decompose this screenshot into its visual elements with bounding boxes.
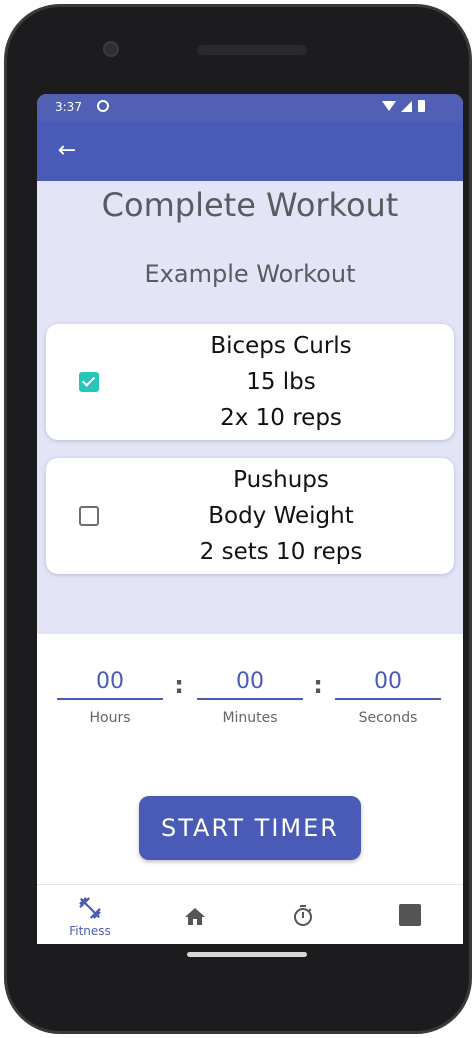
exercise-card[interactable]: Pushups Body Weight 2 sets 10 reps: [46, 458, 454, 574]
status-bar: 3:37: [37, 94, 463, 121]
nav-label-fitness: Fitness: [69, 924, 111, 938]
battery-icon: [418, 100, 425, 112]
time-separator: :: [313, 671, 323, 699]
exercise-name: Biceps Curls: [210, 333, 352, 359]
hours-label: Hours: [89, 710, 131, 726]
nav-item-fitness[interactable]: Fitness: [37, 885, 143, 944]
exercise-detail: 2 sets 10 reps: [199, 539, 363, 565]
exercise-details: Biceps Curls 15 lbs 2x 10 reps: [116, 324, 446, 440]
exercise-name: Pushups: [233, 467, 329, 493]
home-icon[interactable]: [183, 905, 207, 929]
signal-icon: [401, 101, 412, 112]
seconds-field[interactable]: 00 Seconds: [335, 664, 441, 726]
seconds-label: Seconds: [358, 710, 418, 726]
hours-input[interactable]: 00: [57, 664, 163, 700]
time-separator: :: [174, 671, 184, 699]
seconds-input[interactable]: 00: [335, 664, 441, 700]
earpiece-speaker: [197, 45, 307, 55]
minutes-input[interactable]: 00: [197, 664, 303, 700]
exercise-details: Pushups Body Weight 2 sets 10 reps: [116, 458, 446, 574]
screen: 3:37 ← Complete Workout Example Workout …: [37, 94, 463, 944]
exercise-checkbox-unchecked[interactable]: [79, 506, 99, 526]
bottom-navigation: Fitness: [37, 884, 463, 944]
phone-frame: 3:37 ← Complete Workout Example Workout …: [4, 4, 472, 1034]
workout-name: Example Workout: [144, 260, 356, 288]
hours-field[interactable]: 00 Hours: [57, 664, 163, 726]
status-time: 3:37: [55, 100, 82, 114]
exercise-checkbox-checked[interactable]: [79, 372, 99, 392]
fitness-icon: [79, 897, 101, 919]
front-camera: [103, 41, 119, 57]
minutes-field[interactable]: 00 Minutes: [197, 664, 303, 726]
exercise-card[interactable]: Biceps Curls 15 lbs 2x 10 reps: [46, 324, 454, 440]
exercise-weight: 15 lbs: [246, 369, 316, 395]
minutes-label: Minutes: [222, 710, 278, 726]
page-title: Complete Workout: [101, 186, 399, 224]
sync-icon: [97, 100, 109, 112]
wifi-icon: [382, 101, 396, 111]
exercise-weight: Body Weight: [208, 503, 354, 529]
square-icon[interactable]: [399, 904, 421, 926]
back-arrow-icon[interactable]: ←: [55, 139, 79, 163]
app-bar: ←: [37, 121, 463, 181]
exercise-detail: 2x 10 reps: [220, 405, 342, 431]
stopwatch-icon[interactable]: [291, 904, 315, 928]
home-gesture-bar[interactable]: [187, 952, 307, 957]
start-timer-button[interactable]: START TIMER: [139, 796, 361, 860]
